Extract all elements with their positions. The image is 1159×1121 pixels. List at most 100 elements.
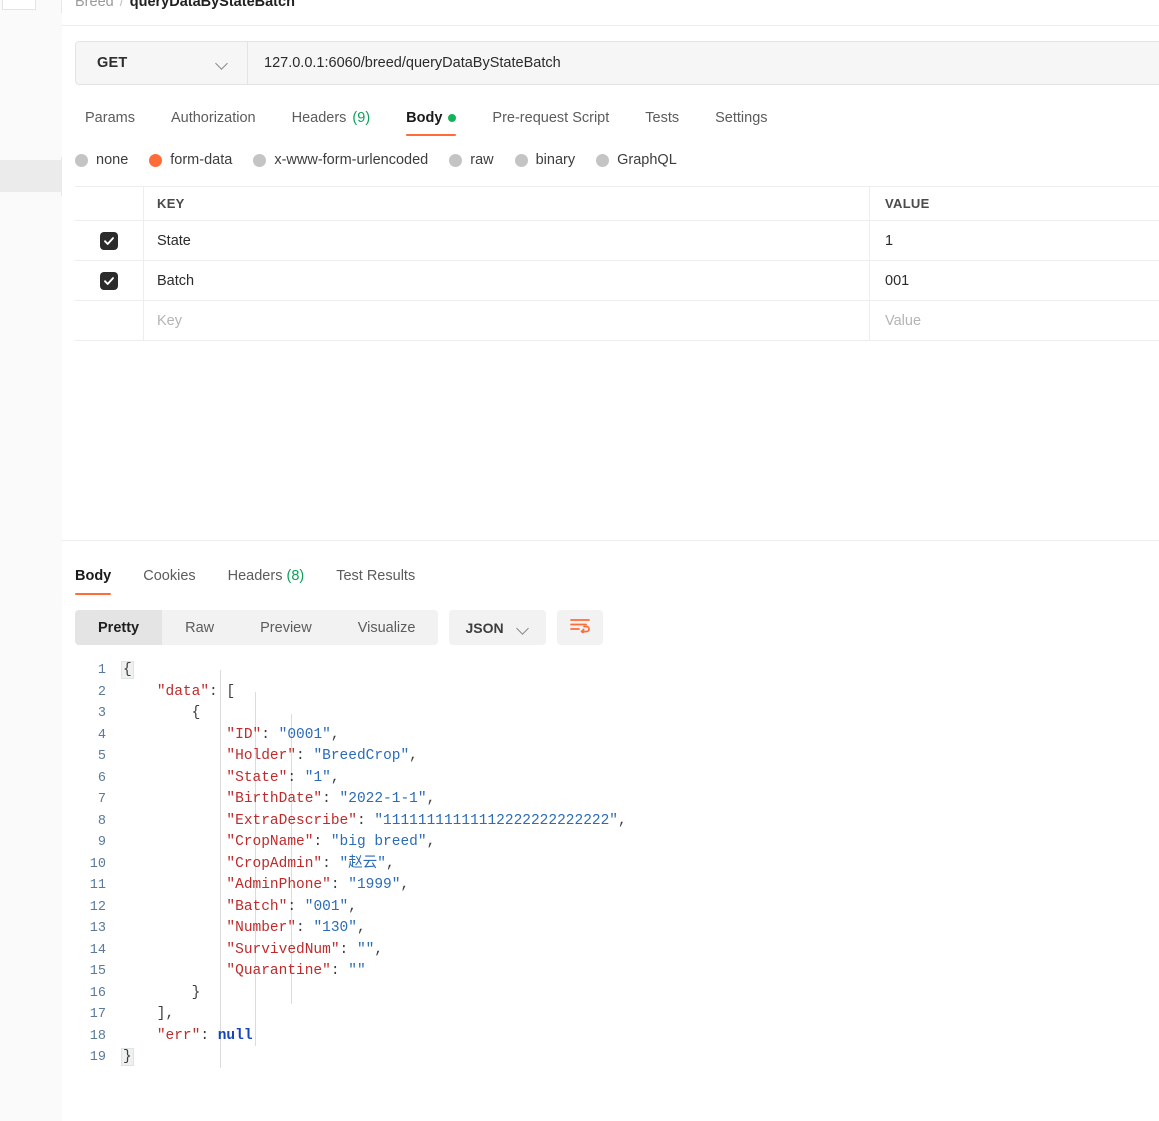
response-tab-body[interactable]: Body (75, 568, 127, 595)
json-line: 18 "err": null (75, 1026, 1159, 1048)
json-line-content: "CropName": "big breed", (226, 834, 436, 850)
row-key[interactable]: State (157, 233, 191, 249)
request-tabs: Params Authorization Headers (9) Body Pr… (75, 104, 786, 138)
json-line: 4 "ID": "0001", (75, 725, 1159, 747)
radio-none-label: none (96, 152, 129, 168)
tab-params[interactable]: Params (75, 104, 153, 138)
word-wrap-button[interactable] (556, 610, 603, 645)
tab-pre-request-script[interactable]: Pre-request Script (474, 104, 627, 138)
radio-graphql-dot-icon (596, 153, 610, 167)
radio-raw-dot-icon (449, 153, 463, 167)
table-row[interactable]: Batch 001 (75, 261, 1159, 301)
json-line-content: "Batch": "001", (226, 898, 357, 915)
tab-authorization-label: Authorization (170, 110, 256, 126)
breadcrumb-folder[interactable]: Breed (75, 0, 114, 10)
tab-settings[interactable]: Settings (697, 104, 785, 138)
url-bar: GET 127.0.0.1:6060/breed/queryDataByStat… (75, 41, 1159, 85)
tab-headers-count: (9) (352, 110, 371, 126)
row-value[interactable]: 001 (885, 273, 909, 289)
radio-raw-label: raw (470, 152, 494, 168)
table-header-row: KEY VALUE (75, 186, 1159, 221)
body-indicator-dot-icon (448, 114, 457, 122)
json-line-number: 10 (89, 856, 106, 872)
table-row-empty[interactable]: Key Value (75, 301, 1159, 341)
sidebar (0, 0, 62, 1121)
tab-tests-label: Tests (645, 110, 680, 126)
tab-headers[interactable]: Headers (9) (274, 104, 389, 138)
radio-raw[interactable]: raw (449, 152, 494, 168)
json-line-content: } (122, 984, 201, 1001)
response-tab-test-results[interactable]: Test Results (320, 568, 431, 595)
response-json-viewer[interactable]: 1{2 "data": [3 {4 "ID": "0001", 5 "Holder… (75, 660, 1159, 1100)
radio-form-data-label: form-data (170, 152, 233, 168)
row-key[interactable]: Batch (157, 273, 194, 289)
header-checkbox-cell (75, 187, 144, 220)
word-wrap-icon (569, 617, 590, 638)
radio-binary[interactable]: binary (514, 152, 576, 168)
response-tab-cookies[interactable]: Cookies (127, 568, 211, 595)
row-value[interactable]: 1 (885, 233, 893, 249)
json-line-number: 17 (89, 1007, 106, 1022)
url-input[interactable]: 127.0.0.1:6060/breed/queryDataByStateBat… (248, 42, 1159, 84)
json-line-number: 5 (97, 749, 106, 764)
view-visualize[interactable]: Visualize (335, 610, 439, 645)
postman-window: Breed / queryDataByStateBatch GET 127.0.… (0, 0, 1159, 1121)
tab-body[interactable]: Body (388, 104, 474, 138)
new-value-input[interactable]: Value (885, 313, 921, 329)
json-line-content: ], (122, 1006, 175, 1022)
json-line: 3 { (75, 703, 1159, 725)
json-line-content: "Holder": "BreedCrop", (226, 748, 418, 764)
json-line: 10 "CropAdmin": "赵云", (75, 854, 1159, 876)
response-divider (62, 540, 1159, 541)
json-line: 1{ (75, 660, 1159, 682)
radio-x-www-form-urlencoded[interactable]: x-www-form-urlencoded (253, 152, 428, 168)
tab-authorization[interactable]: Authorization (153, 104, 274, 138)
main-panel: Breed / queryDataByStateBatch GET 127.0.… (62, 0, 1159, 1121)
json-line-number: 3 (97, 706, 106, 721)
view-pretty[interactable]: Pretty (75, 610, 163, 645)
json-line-content: "BirthDate": "2022-1-1", (226, 791, 436, 807)
sidebar-selected-item[interactable] (0, 160, 62, 192)
body-type-radios: none form-data x-www-form-urlencoded raw… (75, 152, 698, 168)
json-line-number: 9 (97, 835, 106, 850)
language-selector[interactable]: JSON (449, 610, 546, 645)
sidebar-tab-stub[interactable] (2, 0, 36, 10)
radio-binary-dot-icon (514, 153, 528, 167)
json-line: 19} (75, 1047, 1159, 1069)
radio-graphql-label: GraphQL (617, 152, 677, 168)
json-line-number: 2 (97, 684, 106, 700)
json-line-content: "Number": "130", (226, 920, 366, 936)
view-raw[interactable]: Raw (162, 610, 237, 645)
method-selector[interactable]: GET (76, 42, 248, 84)
response-tab-headers-label: Headers (227, 568, 283, 584)
json-line-content: "data": [ (156, 683, 236, 700)
breadcrumb: Breed / queryDataByStateBatch (75, 0, 295, 13)
response-tab-headers[interactable]: Headers (8) (212, 568, 321, 595)
tab-settings-label: Settings (715, 110, 768, 126)
radio-form-data[interactable]: form-data (149, 152, 232, 168)
table-row[interactable]: State 1 (75, 221, 1159, 261)
tab-tests[interactable]: Tests (627, 104, 697, 138)
sidebar-region-bottom (0, 196, 62, 1121)
json-line-number: 16 (89, 985, 106, 1001)
response-tab-headers-count: (8) (286, 568, 305, 584)
radio-none[interactable]: none (75, 152, 128, 168)
row-checkbox[interactable] (100, 231, 118, 250)
json-line-number: 14 (89, 942, 106, 958)
json-line-content: "SurvivedNum": "", (226, 941, 384, 958)
json-line-list: 1{2 "data": [3 {4 "ID": "0001", 5 "Holder… (75, 660, 1159, 1069)
view-preview[interactable]: Preview (237, 610, 335, 645)
chevron-down-icon (517, 624, 530, 632)
radio-binary-label: binary (535, 152, 576, 168)
json-line-number: 6 (97, 770, 106, 786)
response-tabs: Body Cookies Headers (8) Test Results (75, 568, 431, 595)
radio-urlencoded-dot-icon (253, 153, 267, 167)
radio-graphql[interactable]: GraphQL (596, 152, 677, 168)
new-key-input[interactable]: Key (157, 313, 182, 329)
json-line: 12 "Batch": "001", (75, 897, 1159, 919)
json-line: 6 "State": "1", (75, 768, 1159, 790)
json-line-content: { (121, 661, 134, 679)
json-line-number: 1 (97, 663, 106, 678)
row-checkbox[interactable] (100, 271, 118, 290)
response-tab-body-label: Body (75, 568, 112, 584)
